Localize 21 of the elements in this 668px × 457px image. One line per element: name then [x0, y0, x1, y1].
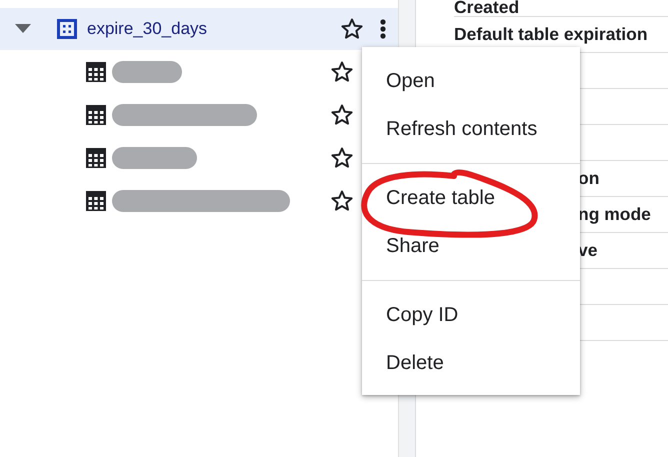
menu-item[interactable]: Create table	[362, 174, 580, 222]
star-icon[interactable]	[330, 146, 354, 170]
table-icon	[86, 62, 106, 82]
star-icon[interactable]	[330, 60, 354, 84]
detail-label: Created	[454, 0, 520, 16]
menu-item[interactable]: Copy ID	[362, 291, 580, 339]
table-icon	[86, 104, 106, 124]
detail-label: Default table expiration	[454, 23, 648, 46]
dataset-name[interactable]: expire_30_days	[87, 16, 208, 42]
star-icon[interactable]	[330, 188, 354, 212]
expand-arrow-icon[interactable]	[15, 24, 31, 34]
more-options-button[interactable]	[380, 19, 386, 39]
star-icon[interactable]	[340, 17, 364, 41]
menu-item[interactable]: Share	[362, 222, 580, 270]
table-icon	[86, 148, 106, 168]
menu-item[interactable]: Refresh contents	[362, 105, 580, 153]
star-icon[interactable]	[330, 102, 354, 126]
dataset-icon	[57, 19, 77, 39]
table-icon	[86, 190, 106, 210]
menu-item[interactable]: Open	[362, 57, 580, 105]
menu-item[interactable]: Delete	[362, 339, 580, 387]
